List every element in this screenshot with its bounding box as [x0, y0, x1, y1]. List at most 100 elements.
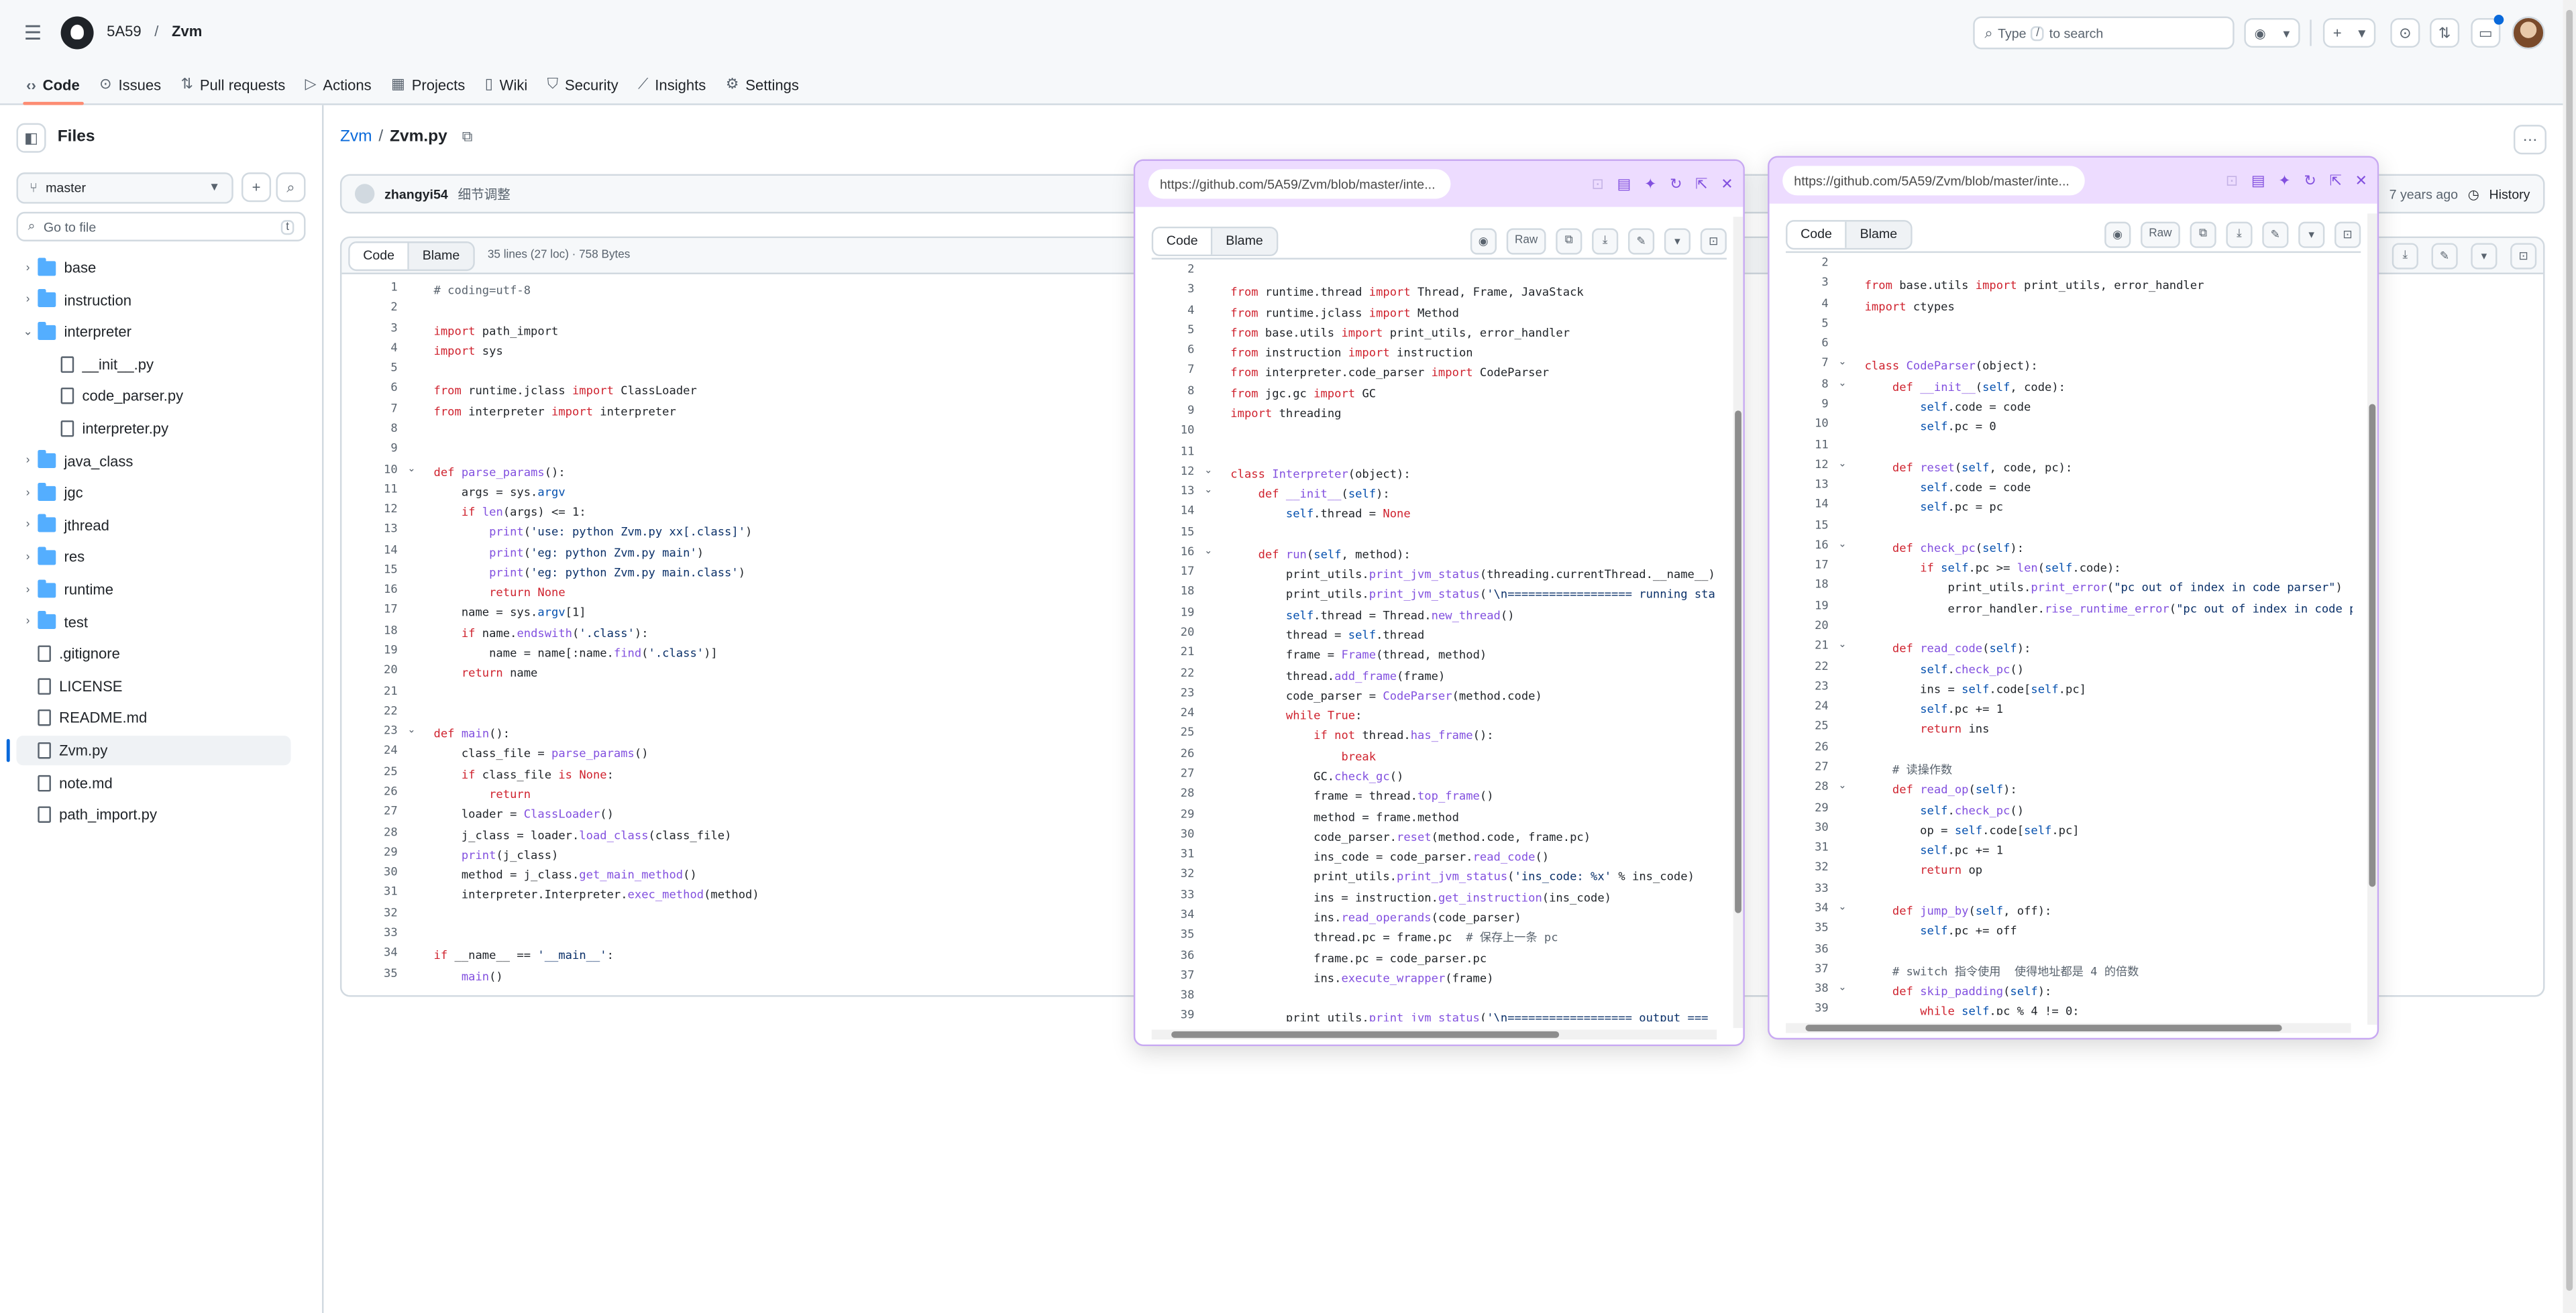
line-number[interactable]: 12 — [1152, 465, 1195, 478]
scroll-thumb[interactable] — [1735, 410, 1741, 913]
line-number[interactable]: 20 — [341, 664, 398, 677]
line-number[interactable]: 6 — [1152, 343, 1194, 357]
line-number[interactable]: 33 — [1786, 881, 1829, 895]
line-number[interactable]: 30 — [1786, 821, 1829, 834]
line-number[interactable]: 4 — [1152, 303, 1194, 317]
history-button[interactable]: History — [2489, 186, 2530, 201]
line-number[interactable]: 15 — [1786, 518, 1829, 532]
issues-icon[interactable]: ⊙ — [2390, 17, 2420, 48]
line-number[interactable]: 29 — [341, 846, 398, 859]
chevron-down-icon[interactable]: ▾ — [2298, 221, 2325, 247]
line-number[interactable]: 19 — [1152, 606, 1195, 619]
line-number[interactable]: 23 — [1152, 686, 1195, 699]
line-number[interactable]: 10 — [1786, 418, 1829, 431]
fold-chevron-icon[interactable]: ⌄ — [1838, 982, 1846, 994]
line-number[interactable]: 24 — [1152, 706, 1195, 720]
tree-file-code-parser-py[interactable]: code_parser.py — [16, 382, 290, 411]
line-number[interactable]: 9 — [1786, 398, 1828, 411]
tree-file-path-import-py[interactable]: path_import.py — [16, 800, 290, 830]
line-number[interactable]: 18 — [1786, 579, 1829, 592]
fold-chevron-icon[interactable]: ⌄ — [1838, 901, 1846, 913]
line-number[interactable]: 28 — [1786, 781, 1829, 794]
tab-actions[interactable]: ▷ Actions — [305, 65, 372, 105]
line-number[interactable]: 39 — [1152, 1009, 1195, 1022]
copy-icon[interactable]: ⧉ — [2190, 221, 2216, 247]
line-number[interactable]: 33 — [1152, 888, 1195, 901]
collapse-sidebar-icon[interactable]: ◧ — [16, 123, 46, 153]
line-number[interactable]: 6 — [1786, 337, 1828, 350]
fold-chevron-icon[interactable]: ⌄ — [1838, 639, 1846, 651]
close-icon[interactable]: ✕ — [2355, 172, 2367, 190]
line-number[interactable]: 22 — [1152, 666, 1195, 679]
tree-folder-base[interactable]: › base — [16, 253, 290, 282]
popup-vertical-scrollbar[interactable] — [1733, 217, 1743, 1029]
line-number[interactable]: 3 — [1152, 283, 1194, 296]
line-number[interactable]: 20 — [1152, 626, 1195, 639]
repo-link[interactable]: Zvm — [172, 23, 202, 39]
raw-button[interactable]: Raw — [1506, 227, 1546, 254]
tree-folder-instruction[interactable]: › instruction — [16, 285, 290, 315]
line-number[interactable]: 23 — [341, 724, 398, 738]
copilot-button[interactable]: ◉ ▾ — [2244, 17, 2300, 48]
create-new-button[interactable]: + ▾ — [2322, 17, 2376, 48]
line-number[interactable]: 2 — [1152, 263, 1194, 276]
line-number[interactable]: 8 — [1786, 377, 1828, 390]
chevron-down-icon[interactable]: ▾ — [1664, 227, 1691, 254]
code-view-button[interactable]: Code — [350, 242, 410, 269]
copilot-icon[interactable]: ◉ — [1470, 227, 1497, 254]
tree-file-license[interactable]: LICENSE — [16, 671, 290, 701]
line-number[interactable]: 37 — [1152, 968, 1195, 982]
line-number[interactable]: 7 — [1786, 357, 1828, 370]
copy-path-icon[interactable]: ⧉ — [462, 128, 473, 146]
line-number[interactable]: 26 — [1152, 747, 1195, 760]
line-number[interactable]: 32 — [341, 906, 398, 919]
line-number[interactable]: 5 — [341, 361, 397, 375]
line-number[interactable]: 18 — [1152, 585, 1195, 599]
pin-icon[interactable]: ✦ — [1644, 175, 1656, 193]
pin-icon[interactable]: ✦ — [2278, 172, 2290, 190]
fold-chevron-icon[interactable]: ⌄ — [1204, 465, 1212, 476]
github-logo-icon[interactable] — [60, 16, 94, 50]
line-number[interactable]: 27 — [1786, 760, 1829, 774]
fold-chevron-icon[interactable]: ⌄ — [407, 724, 415, 736]
line-number[interactable]: 31 — [1786, 841, 1829, 854]
symbols-icon[interactable]: ⊡ — [2334, 221, 2361, 247]
line-number[interactable]: 34 — [341, 946, 398, 960]
line-number[interactable]: 19 — [341, 644, 398, 657]
branch-selector[interactable]: ⑂ master ▼ — [16, 172, 233, 204]
code-view-button[interactable]: Code — [1787, 221, 1847, 247]
line-number[interactable]: 15 — [341, 563, 398, 577]
popup-url[interactable]: https://github.com/5A59/Zvm/blob/master/… — [1782, 166, 2085, 196]
line-number[interactable]: 13 — [341, 523, 398, 536]
line-number[interactable]: 5 — [1152, 323, 1194, 337]
line-number[interactable]: 11 — [1786, 438, 1829, 451]
commit-author[interactable]: zhangyi54 — [384, 186, 448, 201]
line-number[interactable]: 34 — [1152, 908, 1195, 921]
line-number[interactable]: 34 — [1786, 901, 1829, 915]
fold-chevron-icon[interactable]: ⌄ — [1838, 781, 1846, 792]
popup-back-icon[interactable]: ⊡ — [2226, 172, 2238, 190]
line-number[interactable]: 36 — [1152, 948, 1195, 962]
fold-chevron-icon[interactable]: ⌄ — [407, 462, 415, 474]
popup-url[interactable]: https://github.com/5A59/Zvm/blob/master/… — [1148, 169, 1451, 199]
download-icon[interactable]: ⤓ — [2392, 242, 2418, 269]
pull-requests-icon[interactable]: ⇅ — [2430, 17, 2460, 48]
popup-back-icon[interactable]: ⊡ — [1591, 175, 1603, 193]
line-number[interactable]: 8 — [341, 422, 397, 435]
tree-file-zvm-py[interactable]: Zvm.py — [6, 736, 291, 766]
tree-folder-java-class[interactable]: › java_class — [16, 446, 290, 475]
line-number[interactable]: 4 — [341, 341, 397, 355]
line-number[interactable]: 9 — [1152, 404, 1194, 417]
line-number[interactable]: 5 — [1786, 317, 1828, 330]
tab-settings[interactable]: ⚙ Settings — [726, 65, 799, 105]
line-number[interactable]: 27 — [1152, 767, 1195, 781]
line-number[interactable]: 28 — [341, 825, 398, 839]
tab-issues[interactable]: ⊙ Issues — [99, 65, 161, 105]
line-number[interactable]: 39 — [1786, 1003, 1829, 1015]
line-number[interactable]: 14 — [1152, 505, 1195, 518]
line-number[interactable]: 31 — [341, 886, 398, 899]
raw-button[interactable]: Raw — [2141, 221, 2180, 247]
line-number[interactable]: 22 — [1786, 660, 1829, 673]
line-number[interactable]: 4 — [1786, 296, 1828, 310]
commit-message[interactable]: 细节调整 — [458, 185, 511, 203]
